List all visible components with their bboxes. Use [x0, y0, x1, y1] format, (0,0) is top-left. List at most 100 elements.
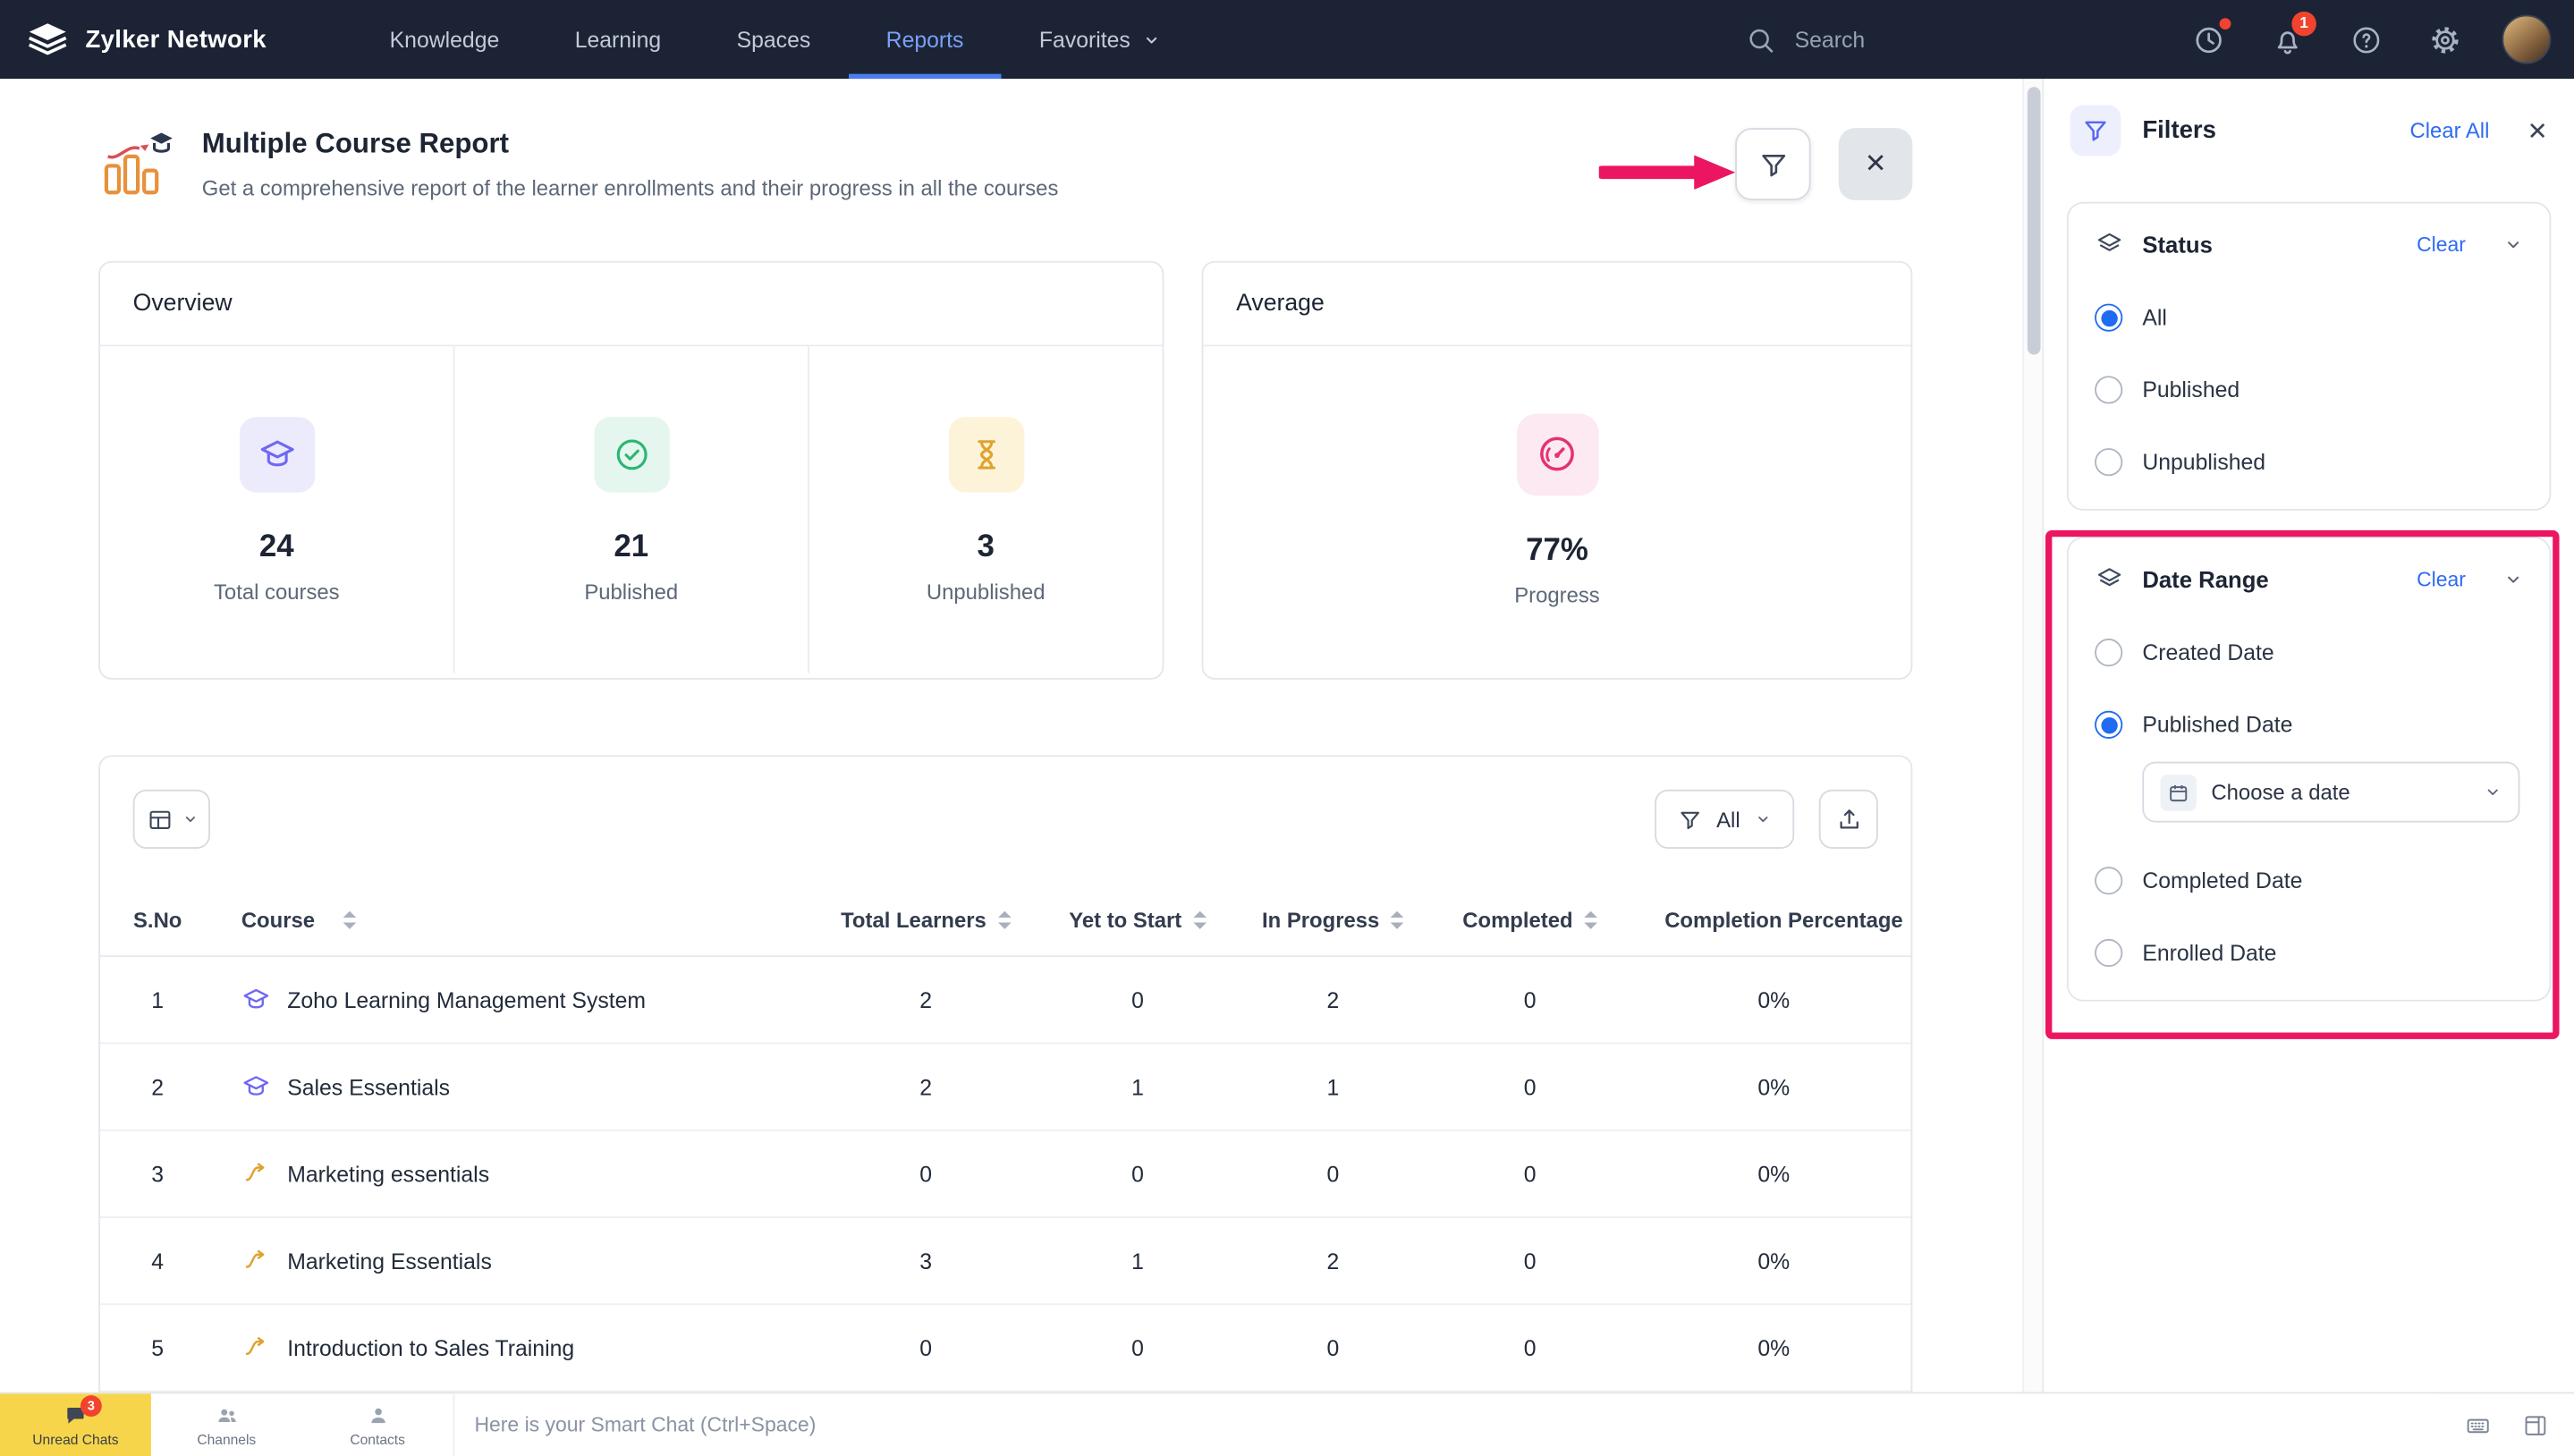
sort-icon[interactable]	[343, 911, 356, 929]
filters-close-button[interactable]: ✕	[2527, 115, 2548, 145]
average-card: Average 77% Progress	[1202, 261, 1913, 680]
recent-activity-button[interactable]	[2180, 12, 2236, 67]
row-course[interactable]: Marketing essentials	[215, 1159, 818, 1189]
chevron-down-icon[interactable]	[2503, 570, 2523, 589]
page-header: Multiple Course Report Get a comprehensi…	[98, 128, 1912, 203]
table-row[interactable]: 4 Marketing Essentials 3 1 2 0 0%	[100, 1218, 1911, 1305]
date-option-completed[interactable]: Completed Date	[2095, 867, 2523, 894]
report-close-button[interactable]: ✕	[1839, 128, 1913, 200]
nav-spaces[interactable]: Spaces	[699, 0, 848, 79]
date-picker-placeholder: Choose a date	[2211, 780, 2468, 805]
col-in-progress[interactable]: In Progress	[1242, 908, 1423, 933]
radio-selected[interactable]	[2095, 711, 2122, 739]
row-course[interactable]: Zoho Learning Management System	[215, 985, 818, 1014]
average-title: Average	[1203, 263, 1910, 347]
status-option-all[interactable]: All	[2095, 304, 2523, 332]
table-row[interactable]: 5 Introduction to Sales Training 0 0 0 0…	[100, 1305, 1911, 1392]
nav-learning[interactable]: Learning	[537, 0, 699, 79]
date-option-enrolled[interactable]: Enrolled Date	[2095, 939, 2523, 967]
scrollbar-thumb[interactable]	[2028, 87, 2041, 354]
date-range-section-header[interactable]: Date Range Clear	[2095, 564, 2523, 594]
table-row[interactable]: 3 Marketing essentials 0 0 0 0 0%	[100, 1131, 1911, 1218]
funnel-icon	[1677, 807, 1702, 832]
brand[interactable]: Zylker Network	[0, 0, 267, 79]
stat-total-courses: 24 Total courses	[100, 346, 454, 673]
nav-knowledge[interactable]: Knowledge	[351, 0, 537, 79]
average-body: 77% Progress	[1203, 346, 1910, 673]
chatbar-right-icons	[2438, 1393, 2574, 1456]
col-total-learners[interactable]: Total Learners	[819, 908, 1033, 933]
date-option-published[interactable]: Published Date	[2095, 711, 2523, 739]
column-settings-button[interactable]	[133, 790, 210, 849]
help-button[interactable]	[2338, 12, 2393, 67]
status-option-published[interactable]: Published	[2095, 376, 2523, 403]
radio[interactable]	[2095, 376, 2122, 403]
funnel-icon	[1757, 148, 1789, 180]
radio[interactable]	[2095, 939, 2122, 967]
clear-all-link[interactable]: Clear All	[2410, 118, 2490, 143]
date-range-clear-link[interactable]: Clear	[2417, 568, 2466, 591]
smart-chat-bar: 3 Unread Chats Channels Contacts	[0, 1393, 2574, 1456]
date-option-created[interactable]: Created Date	[2095, 639, 2523, 666]
user-avatar[interactable]	[2502, 15, 2551, 64]
col-yet-to-start[interactable]: Yet to Start	[1033, 908, 1243, 933]
main-content: Multiple Course Report Get a comprehensi…	[0, 79, 2022, 1392]
chevron-down-icon	[1142, 30, 1160, 48]
row-course[interactable]: Sales Essentials	[215, 1072, 818, 1102]
status-option-unpublished[interactable]: Unpublished	[2095, 448, 2523, 476]
settings-button[interactable]	[2417, 12, 2472, 67]
notifications-button[interactable]: 1	[2259, 12, 2315, 67]
status-section-header[interactable]: Status Clear	[2095, 230, 2523, 259]
hourglass-icon	[948, 416, 1023, 491]
chat-window-icon[interactable]	[2521, 1411, 2549, 1439]
row-course[interactable]: Marketing Essentials	[215, 1246, 818, 1275]
search-trigger[interactable]: Search	[1746, 24, 1866, 55]
sort-icon[interactable]	[998, 911, 1012, 929]
page-title: Multiple Course Report	[202, 128, 1059, 161]
row-sno: 3	[100, 1162, 215, 1187]
cell-completed: 0	[1423, 1074, 1637, 1099]
courses-table: S.No Course Total Learners Yet to Start …	[100, 885, 1911, 1392]
course-name: Introduction to Sales Training	[287, 1335, 574, 1360]
stat-unpublished: 3 Unpublished	[809, 346, 1163, 673]
radio[interactable]	[2095, 867, 2122, 894]
nav-reports[interactable]: Reports	[848, 0, 1001, 79]
table-icon	[145, 805, 173, 833]
tab-channels[interactable]: Channels	[151, 1393, 302, 1456]
nav-favorites[interactable]: Favorites	[1002, 0, 1198, 79]
zylker-logo-icon	[26, 21, 69, 58]
cell-completed: 0	[1423, 1162, 1637, 1187]
average-label: Progress	[1514, 582, 1600, 607]
table-filter-dropdown[interactable]: All	[1654, 790, 1794, 849]
sort-icon[interactable]	[1391, 911, 1404, 929]
table-row[interactable]: 2 Sales Essentials 2 1 1 0 0%	[100, 1044, 1911, 1130]
col-completion-pct[interactable]: Completion Percentage	[1637, 908, 1911, 933]
row-course[interactable]: Introduction to Sales Training	[215, 1333, 818, 1362]
sort-icon[interactable]	[1584, 911, 1597, 929]
status-clear-link[interactable]: Clear	[2417, 233, 2466, 257]
vertical-scrollbar[interactable]	[2022, 79, 2042, 1392]
stat-label: Published	[584, 579, 678, 604]
report-filter-button[interactable]	[1735, 128, 1810, 200]
keyboard-icon[interactable]	[2462, 1411, 2494, 1439]
main-nav: Knowledge Learning Spaces Reports Favori…	[351, 0, 1198, 79]
radio[interactable]	[2095, 448, 2122, 476]
date-picker-dropdown[interactable]: Choose a date	[2142, 762, 2519, 823]
cell-completion-pct: 0%	[1637, 1335, 1911, 1360]
tab-contacts[interactable]: Contacts	[302, 1393, 453, 1456]
chevron-down-icon	[2484, 783, 2502, 801]
smart-chat-input[interactable]	[453, 1393, 2438, 1456]
cell-total-learners: 0	[819, 1162, 1033, 1187]
nav-favorites-label: Favorites	[1039, 27, 1130, 52]
cell-in-progress: 2	[1242, 1249, 1423, 1274]
layers-icon	[2095, 230, 2124, 259]
col-completed[interactable]: Completed	[1423, 908, 1637, 933]
tab-unread-chats[interactable]: 3 Unread Chats	[0, 1393, 151, 1456]
chevron-down-icon[interactable]	[2503, 234, 2523, 254]
col-course[interactable]: Course	[215, 908, 818, 933]
radio[interactable]	[2095, 639, 2122, 666]
table-row[interactable]: 1 Zoho Learning Management System 2 0 2 …	[100, 957, 1911, 1044]
sort-icon[interactable]	[1193, 911, 1207, 929]
export-button[interactable]	[1819, 790, 1878, 849]
radio-selected[interactable]	[2095, 304, 2122, 332]
